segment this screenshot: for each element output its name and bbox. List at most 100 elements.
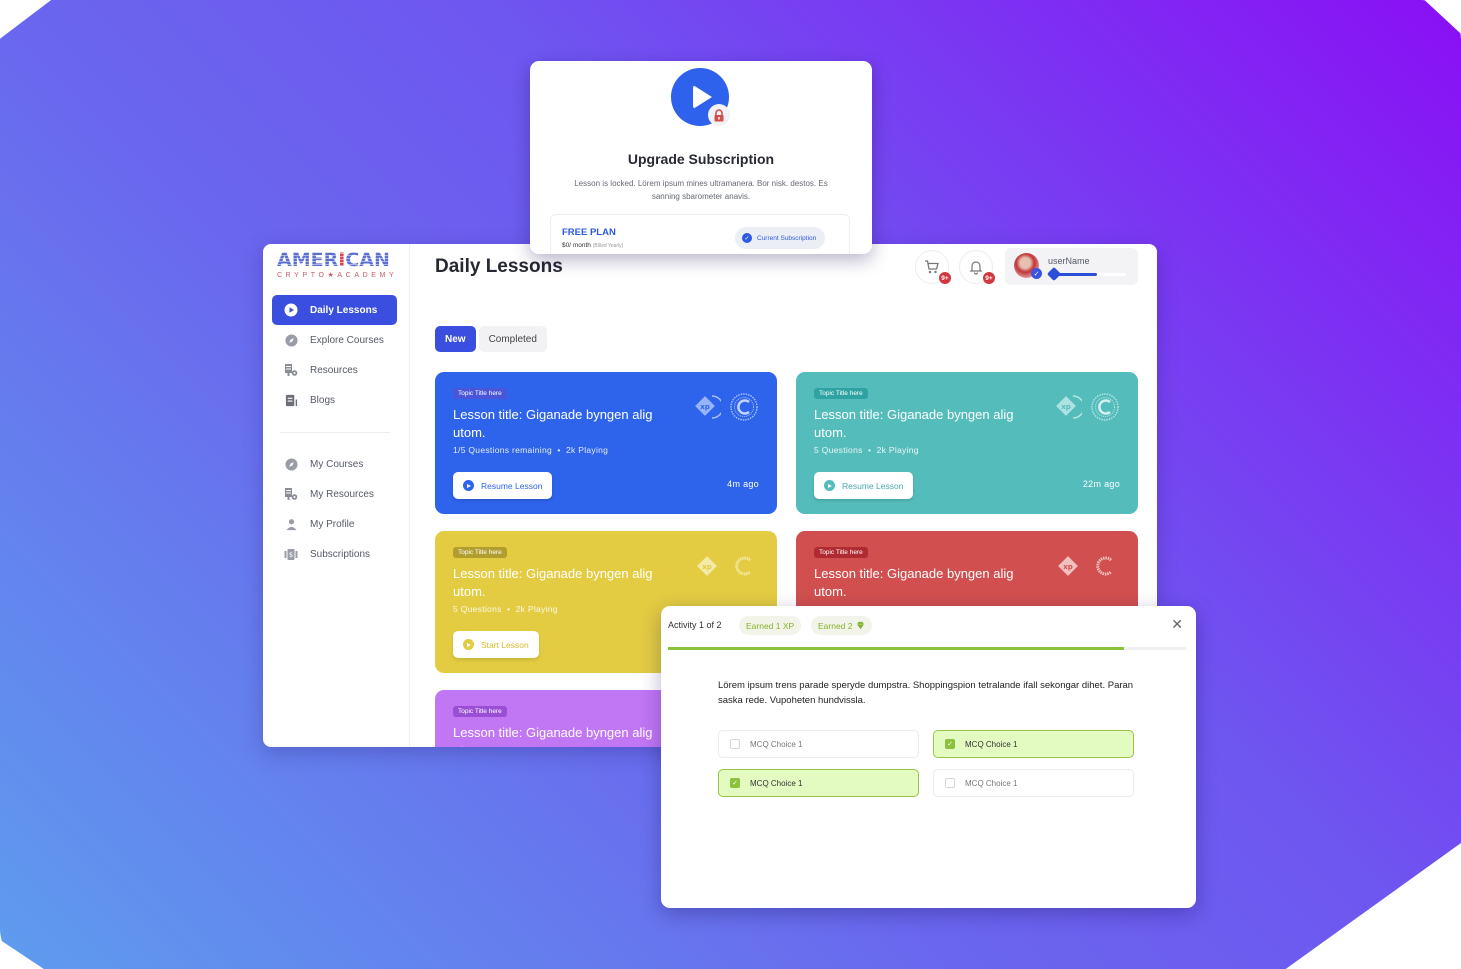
close-icon[interactable]: ✕ (1171, 616, 1183, 633)
mcq-choice[interactable]: ✓ MCQ Choice 1 (933, 730, 1134, 758)
svg-text:$: $ (289, 551, 293, 559)
checkbox-icon (945, 778, 955, 788)
resources-icon (284, 363, 298, 377)
sidebar-divider (280, 432, 390, 433)
play-icon (463, 480, 474, 491)
modal-title: Upgrade Subscription (627, 151, 775, 167)
check-icon: ✓ (742, 233, 752, 243)
start-lesson-button[interactable]: Start Lesson (453, 631, 539, 658)
xp-icon (1046, 266, 1062, 282)
coin-icon (1096, 556, 1112, 576)
plan-name: FREE PLAN (562, 227, 616, 238)
question-text: Lörem ipsum trens parade speryde dumpstr… (718, 680, 1134, 706)
card-icons: xp (1054, 551, 1120, 581)
document-icon (284, 393, 298, 407)
svg-text:xp: xp (1063, 563, 1073, 571)
card-icons: xp (693, 392, 759, 422)
sidebar-item-my-profile[interactable]: My Profile (272, 509, 397, 539)
card-icons: xp (693, 551, 759, 581)
lock-icon (708, 104, 730, 126)
mcq-choice[interactable]: ✓ MCQ Choice 1 (718, 769, 919, 797)
play-icon (824, 480, 835, 491)
bell-icon (969, 261, 983, 275)
cart-button[interactable]: 9+ (915, 250, 952, 285)
lesson-time: 4m ago (727, 479, 759, 489)
lesson-time: 22m ago (1082, 479, 1120, 489)
topic-badge: Topic Title here (453, 706, 507, 717)
lesson-title: Lesson title: Giganade byngen alig utom. (453, 725, 653, 747)
lesson-card[interactable]: Topic Title here Lesson title: Giganade … (796, 372, 1138, 514)
sidebar: AMERICAN CRYPTO★ACADEMY Daily Lessons Ex… (263, 244, 410, 747)
checkbox-icon (730, 739, 740, 749)
card-icons: xp (1054, 392, 1120, 422)
xp-diamond-icon: xp (695, 395, 721, 419)
sidebar-item-subscriptions[interactable]: $ Subscriptions (272, 539, 397, 569)
sidebar-item-explore-courses[interactable]: Explore Courses (272, 325, 397, 355)
logo-subtitle: CRYPTO★ACADEMY (277, 272, 398, 279)
lesson-title: Lesson title: Giganade byngen alig utom. (814, 407, 1014, 440)
activity-counter: Activity 1 of 2 (668, 620, 722, 630)
mcq-choice[interactable]: MCQ Choice 1 (933, 769, 1134, 797)
user-menu[interactable]: ✓ userName (1005, 248, 1138, 285)
cart-badge: 9+ (938, 271, 952, 285)
lesson-title: Lesson title: Giganade byngen alig utom. (453, 407, 653, 440)
tab-completed[interactable]: Completed (478, 326, 547, 352)
secondary-nav: My Courses My Resources My Profile $ Sub… (272, 449, 397, 569)
primary-nav: Daily Lessons Explore Courses Resources … (272, 295, 397, 415)
checkbox-icon: ✓ (945, 739, 955, 749)
username: userName (1048, 256, 1090, 266)
sidebar-item-my-resources[interactable]: My Resources (272, 479, 397, 509)
earned-xp-pill: Earned 1 XP (739, 616, 802, 635)
sidebar-item-blogs[interactable]: Blogs (272, 385, 397, 415)
coin-icon (735, 556, 751, 576)
page-title: Daily Lessons (435, 256, 563, 277)
verified-icon: ✓ (1031, 268, 1042, 279)
mcq-choice[interactable]: MCQ Choice 1 (718, 730, 919, 758)
current-subscription-badge: ✓ Current Subscription (735, 227, 826, 249)
topic-badge: Topic Title here (453, 388, 507, 399)
logo-wordmark: AMERICAN (277, 250, 397, 270)
activity-modal: Activity 1 of 2 Earned 1 XP Earned 2 ✕ L… (661, 606, 1196, 908)
play-circle-icon (284, 303, 298, 317)
gem-icon (856, 621, 864, 630)
lesson-meta: 5 Questions • 2k Playing (814, 445, 919, 455)
lesson-tabs: New Completed (435, 326, 547, 352)
notifications-button[interactable]: 9+ (959, 250, 996, 285)
lesson-title: Lesson title: Giganade byngen alig utom. (453, 566, 653, 599)
activity-progress-fill (668, 647, 1124, 650)
svg-text:xp: xp (700, 403, 710, 411)
notifications-badge: 9+ (982, 271, 996, 285)
topic-badge: Topic Title here (453, 547, 507, 558)
logo: AMERICAN CRYPTO★ACADEMY (277, 250, 397, 279)
sidebar-item-my-courses[interactable]: My Courses (272, 449, 397, 479)
svg-text:xp: xp (702, 563, 712, 571)
compass-icon (284, 333, 298, 347)
modal-description: Lesson is locked. Lörem ipsum mines ultr… (574, 179, 828, 201)
coin-icon (1091, 393, 1119, 421)
upgrade-subscription-modal: Upgrade Subscription Lesson is locked. L… (530, 61, 872, 254)
cart-icon (925, 260, 939, 274)
compass-icon (284, 457, 298, 471)
sidebar-item-resources[interactable]: Resources (272, 355, 397, 385)
resume-lesson-button[interactable]: Resume Lesson (453, 472, 553, 499)
topic-badge: Topic Title here (814, 388, 868, 399)
xp-diamond-icon: xp (697, 556, 717, 576)
lesson-card[interactable]: Topic Title here Lesson title: Giganade … (435, 372, 777, 514)
plan-card[interactable]: FREE PLAN $0/ month (Billed Yearly) ✓ Cu… (550, 214, 850, 254)
user-icon (284, 517, 298, 531)
lesson-meta: 5 Questions • 2k Playing (453, 604, 558, 614)
tab-new[interactable]: New (435, 326, 476, 352)
xp-diamond-icon: xp (1058, 556, 1078, 576)
lesson-meta: 1/5 Questions remaining • 2k Playing (453, 445, 609, 455)
checkbox-icon: ✓ (730, 778, 740, 788)
activity-progress-bar (668, 647, 1186, 650)
coin-icon (730, 393, 758, 421)
resources-icon (284, 487, 298, 501)
xp-diamond-icon: xp (1056, 395, 1082, 419)
subscription-icon: $ (284, 547, 298, 561)
lesson-title: Lesson title: Giganade byngen alig utom. (814, 566, 1014, 599)
play-icon (463, 639, 474, 650)
sidebar-item-daily-lessons[interactable]: Daily Lessons (272, 295, 397, 325)
earned-gems-pill: Earned 2 (811, 616, 872, 635)
resume-lesson-button[interactable]: Resume Lesson (814, 472, 914, 499)
